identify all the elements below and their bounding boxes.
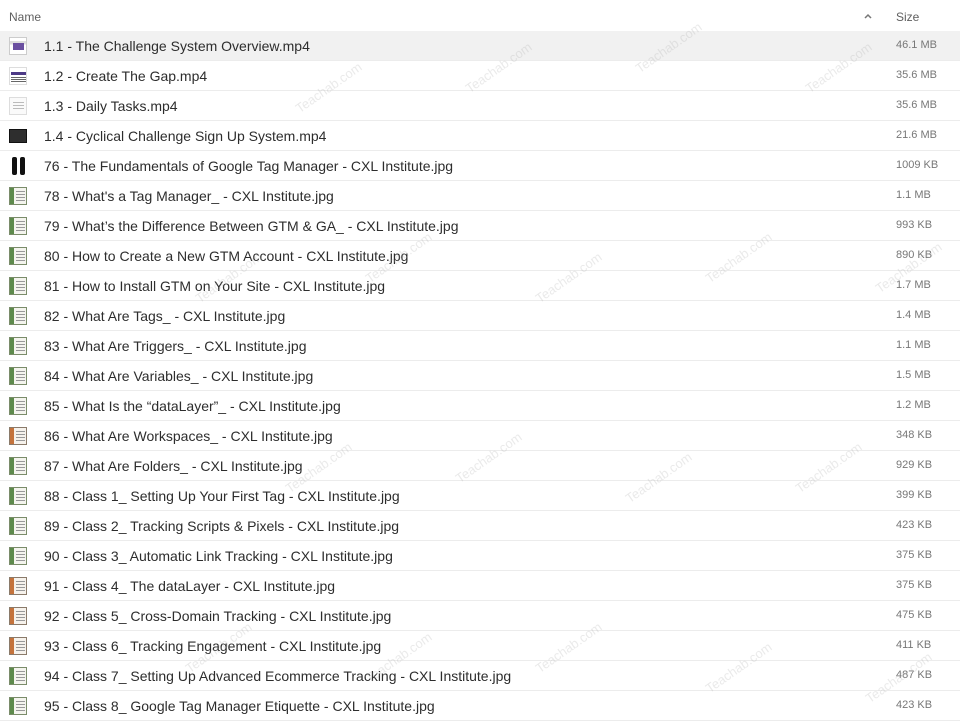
file-row[interactable]: 82 - What Are Tags_ - CXL Institute.jpg 1… bbox=[0, 301, 960, 331]
image-thumbnail-icon bbox=[9, 487, 27, 505]
image-thumbnail-icon bbox=[9, 277, 27, 295]
file-name: 76 - The Fundamentals of Google Tag Mana… bbox=[44, 158, 454, 174]
file-size: 1009 KB bbox=[896, 159, 939, 171]
file-size: 1.1 MB bbox=[896, 189, 931, 201]
file-name: 1.2 - Create The Gap.mp4 bbox=[44, 68, 208, 84]
file-row[interactable]: 79 - What’s the Difference Between GTM &… bbox=[0, 211, 960, 241]
file-name: 84 - What Are Variables_ - CXL Institute… bbox=[44, 368, 314, 384]
file-list: 1.1 - The Challenge System Overview.mp4 4… bbox=[0, 31, 960, 721]
file-row[interactable]: 84 - What Are Variables_ - CXL Institute… bbox=[0, 361, 960, 391]
file-row[interactable]: 80 - How to Create a New GTM Account - C… bbox=[0, 241, 960, 271]
image-thumbnail-icon bbox=[9, 187, 27, 205]
file-size: 1.5 MB bbox=[896, 369, 931, 381]
file-row[interactable]: 1.2 - Create The Gap.mp4 35.6 MB bbox=[0, 61, 960, 91]
file-size: 348 KB bbox=[896, 429, 933, 441]
file-row[interactable]: 90 - Class 3_ Automatic Link Tracking - … bbox=[0, 541, 960, 571]
image-thumbnail-icon bbox=[9, 337, 27, 355]
file-list-header: Name Size bbox=[0, 0, 960, 32]
file-name: 91 - Class 4_ The dataLayer - CXL Instit… bbox=[44, 578, 336, 594]
file-row[interactable]: 76 - The Fundamentals of Google Tag Mana… bbox=[0, 151, 960, 181]
file-name: 1.1 - The Challenge System Overview.mp4 bbox=[44, 38, 310, 54]
file-name: 81 - How to Install GTM on Your Site - C… bbox=[44, 278, 386, 294]
file-size: 929 KB bbox=[896, 459, 933, 471]
file-size: 890 KB bbox=[896, 249, 933, 261]
image-thumbnail-icon bbox=[9, 577, 27, 595]
file-row[interactable]: 87 - What Are Folders_ - CXL Institute.j… bbox=[0, 451, 960, 481]
file-row[interactable]: 92 - Class 5_ Cross-Domain Tracking - CX… bbox=[0, 601, 960, 631]
image-thumbnail-icon bbox=[9, 247, 27, 265]
video-thumbnail-icon bbox=[9, 37, 27, 55]
image-thumbnail-icon bbox=[9, 307, 27, 325]
file-row[interactable]: 89 - Class 2_ Tracking Scripts & Pixels … bbox=[0, 511, 960, 541]
file-name: 88 - Class 1_ Setting Up Your First Tag … bbox=[44, 488, 400, 504]
file-row[interactable]: 94 - Class 7_ Setting Up Advanced Ecomme… bbox=[0, 661, 960, 691]
file-name: 1.4 - Cyclical Challenge Sign Up System.… bbox=[44, 128, 327, 144]
file-size: 993 KB bbox=[896, 219, 933, 231]
file-row[interactable]: 91 - Class 4_ The dataLayer - CXL Instit… bbox=[0, 571, 960, 601]
file-row[interactable]: 1.4 - Cyclical Challenge Sign Up System.… bbox=[0, 121, 960, 151]
size-column-header[interactable]: Size bbox=[896, 10, 919, 24]
image-thumbnail-icon bbox=[9, 457, 27, 475]
file-size: 475 KB bbox=[896, 609, 933, 621]
file-row[interactable]: 95 - Class 8_ Google Tag Manager Etiquet… bbox=[0, 691, 960, 721]
file-size: 21.6 MB bbox=[896, 129, 937, 141]
file-row[interactable]: 85 - What Is the “dataLayer”_ - CXL Inst… bbox=[0, 391, 960, 421]
image-thumbnail-icon bbox=[9, 367, 27, 385]
file-name: 95 - Class 8_ Google Tag Manager Etiquet… bbox=[44, 698, 435, 714]
file-size: 1.2 MB bbox=[896, 399, 931, 411]
file-row[interactable]: 93 - Class 6_ Tracking Engagement - CXL … bbox=[0, 631, 960, 661]
file-row[interactable]: 81 - How to Install GTM on Your Site - C… bbox=[0, 271, 960, 301]
file-size: 487 KB bbox=[896, 669, 933, 681]
video-thumbnail-icon bbox=[9, 67, 27, 85]
name-column-header[interactable]: Name bbox=[9, 10, 41, 24]
file-name: 92 - Class 5_ Cross-Domain Tracking - CX… bbox=[44, 608, 392, 624]
file-size: 423 KB bbox=[896, 519, 933, 531]
file-name: 87 - What Are Folders_ - CXL Institute.j… bbox=[44, 458, 303, 474]
file-name: 83 - What Are Triggers_ - CXL Institute.… bbox=[44, 338, 307, 354]
file-size: 46.1 MB bbox=[896, 39, 937, 51]
file-size: 375 KB bbox=[896, 579, 933, 591]
file-row[interactable]: 1.1 - The Challenge System Overview.mp4 4… bbox=[0, 31, 960, 61]
image-thumbnail-icon bbox=[9, 217, 27, 235]
image-thumbnail-icon bbox=[9, 397, 27, 415]
video-thumbnail-icon bbox=[9, 129, 27, 143]
file-name: 89 - Class 2_ Tracking Scripts & Pixels … bbox=[44, 518, 400, 534]
file-row[interactable]: 86 - What Are Workspaces_ - CXL Institut… bbox=[0, 421, 960, 451]
file-size: 1.4 MB bbox=[896, 309, 931, 321]
file-name: 80 - How to Create a New GTM Account - C… bbox=[44, 248, 409, 264]
file-name: 78 - What's a Tag Manager_ - CXL Institu… bbox=[44, 188, 334, 204]
file-size: 1.1 MB bbox=[896, 339, 931, 351]
image-thumbnail-icon bbox=[9, 637, 27, 655]
image-thumbnail-icon bbox=[9, 547, 27, 565]
image-thumbnail-icon bbox=[9, 427, 27, 445]
file-row[interactable]: 88 - Class 1_ Setting Up Your First Tag … bbox=[0, 481, 960, 511]
file-size: 1.7 MB bbox=[896, 279, 931, 291]
file-row[interactable]: 1.3 - Daily Tasks.mp4 35.6 MB bbox=[0, 91, 960, 121]
video-thumbnail-icon bbox=[9, 97, 27, 115]
image-thumbnail-icon bbox=[9, 697, 27, 715]
file-name: 1.3 - Daily Tasks.mp4 bbox=[44, 98, 178, 114]
file-name: 85 - What Is the “dataLayer”_ - CXL Inst… bbox=[44, 398, 341, 414]
file-name: 86 - What Are Workspaces_ - CXL Institut… bbox=[44, 428, 333, 444]
file-name: 79 - What’s the Difference Between GTM &… bbox=[44, 218, 459, 234]
image-thumbnail-icon bbox=[9, 607, 27, 625]
file-size: 35.6 MB bbox=[896, 99, 937, 111]
file-name: 82 - What Are Tags_ - CXL Institute.jpg bbox=[44, 308, 286, 324]
image-thumbnail-icon bbox=[9, 517, 27, 535]
chevron-up-icon[interactable] bbox=[862, 10, 874, 22]
file-name: 93 - Class 6_ Tracking Engagement - CXL … bbox=[44, 638, 382, 654]
file-size: 411 KB bbox=[896, 639, 932, 651]
file-row[interactable]: 78 - What's a Tag Manager_ - CXL Institu… bbox=[0, 181, 960, 211]
file-name: 94 - Class 7_ Setting Up Advanced Ecomme… bbox=[44, 668, 512, 684]
image-thumbnail-icon bbox=[9, 157, 27, 175]
file-size: 35.6 MB bbox=[896, 69, 937, 81]
image-thumbnail-icon bbox=[9, 667, 27, 685]
file-size: 423 KB bbox=[896, 699, 933, 711]
file-size: 375 KB bbox=[896, 549, 933, 561]
file-row[interactable]: 83 - What Are Triggers_ - CXL Institute.… bbox=[0, 331, 960, 361]
file-name: 90 - Class 3_ Automatic Link Tracking - … bbox=[44, 548, 393, 564]
file-size: 399 KB bbox=[896, 489, 933, 501]
